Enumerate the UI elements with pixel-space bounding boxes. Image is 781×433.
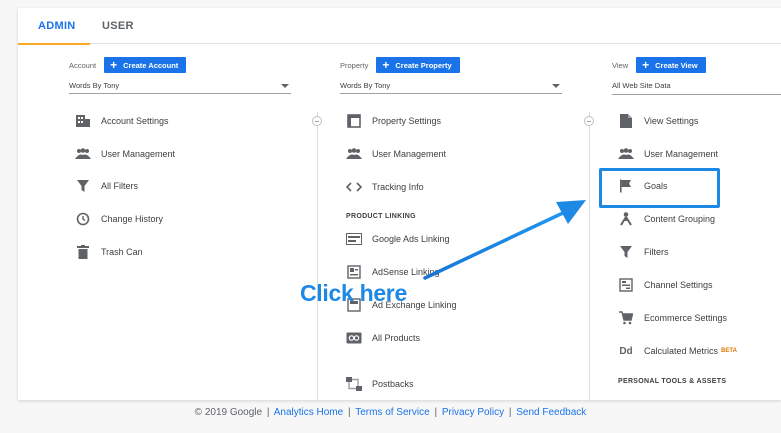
content-grouping-item[interactable]: Content Grouping — [618, 209, 715, 229]
item-label: User Management — [372, 149, 447, 159]
account-all-filters-item[interactable]: All Filters — [75, 176, 138, 196]
adsense-icon — [346, 264, 362, 280]
account-trash-can-item[interactable]: Trash Can — [75, 242, 143, 262]
item-label: Postbacks — [372, 379, 414, 389]
caret-down-icon — [281, 84, 289, 88]
account-settings-item[interactable]: Account Settings — [75, 111, 169, 131]
account-user-management-item[interactable]: User Management — [75, 144, 175, 164]
postback-icon — [346, 376, 362, 392]
ecommerce-settings-item[interactable]: Ecommerce Settings — [618, 308, 727, 328]
dd-icon: Dd — [619, 345, 633, 357]
item-label: Property Settings — [372, 116, 442, 126]
google-ads-linking-item[interactable]: Google Ads Linking — [346, 229, 450, 249]
item-label: View Settings — [644, 116, 699, 126]
property-user-management-item[interactable]: User Management — [346, 144, 446, 164]
item-label: All Products — [372, 333, 421, 343]
divider — [317, 112, 318, 400]
goals-highlight — [599, 168, 720, 208]
item-label: Content Grouping — [644, 214, 716, 224]
link-icon — [346, 330, 362, 346]
item-label: Filters — [644, 247, 669, 257]
send-feedback-link[interactable]: Send Feedback — [516, 407, 586, 418]
account-selected: Words By Tony — [69, 81, 120, 90]
property-tracking-info-item[interactable]: Tracking Info — [346, 177, 424, 197]
create-property-button[interactable]: + Create Property — [376, 57, 460, 73]
property-label: Property — [340, 60, 369, 70]
filter-icon — [618, 244, 634, 260]
item-label: Channel Settings — [644, 280, 713, 290]
users-icon — [618, 146, 634, 162]
account-label: Account — [69, 60, 97, 70]
history-icon — [75, 211, 91, 227]
beta-badge: BETA — [721, 348, 737, 354]
code-icon — [346, 179, 362, 195]
click-here-annotation: Click here — [300, 280, 407, 306]
calculated-metrics-item[interactable]: Dd Calculated Metrics BETA — [618, 341, 737, 361]
channel-settings-item[interactable]: Channel Settings — [618, 275, 713, 295]
view-selected: All Web Site Data — [612, 81, 671, 90]
analytics-home-link[interactable]: Analytics Home — [274, 407, 343, 418]
view-label: View — [612, 60, 629, 70]
view-user-management-item[interactable]: User Management — [618, 144, 718, 164]
view-header: View + Create View — [612, 57, 706, 73]
window-icon — [346, 113, 362, 129]
item-label: Ecommerce Settings — [644, 313, 728, 323]
copyright: © 2019 Google — [194, 407, 263, 418]
product-linking-heading: PRODUCT LINKING — [346, 213, 416, 220]
filter-icon — [75, 178, 91, 194]
view-selector-underline — [612, 94, 781, 95]
item-label: User Management — [644, 149, 719, 159]
property-selected: Words By Tony — [340, 81, 391, 90]
trash-icon — [75, 244, 91, 260]
create-view-label: Create View — [655, 60, 698, 70]
create-property-label: Create Property — [395, 60, 452, 70]
ads-icon — [346, 231, 362, 247]
person-icon — [618, 211, 634, 227]
channel-icon — [618, 277, 634, 293]
cart-icon — [618, 310, 634, 326]
tab-admin[interactable]: ADMIN — [18, 8, 90, 45]
collapse-toggle[interactable] — [312, 116, 322, 126]
create-view-button[interactable]: + Create View — [636, 57, 706, 73]
item-label: Google Ads Linking — [372, 234, 450, 244]
property-selector[interactable]: Words By Tony — [340, 80, 562, 94]
view-filters-item[interactable]: Filters — [618, 242, 669, 262]
tab-bar: ADMIN USER — [18, 8, 781, 45]
caret-down-icon — [552, 84, 560, 88]
create-account-label: Create Account — [123, 60, 179, 70]
plus-icon: + — [382, 58, 390, 72]
item-label: Tracking Info — [372, 182, 424, 192]
divider — [589, 112, 590, 400]
building-icon — [75, 113, 91, 129]
item-label: Change History — [101, 214, 164, 224]
users-icon — [346, 146, 362, 162]
adsense-linking-item[interactable]: AdSense Linking — [346, 262, 440, 282]
all-products-item[interactable]: All Products — [346, 328, 420, 348]
personal-tools-heading: PERSONAL TOOLS & ASSETS — [618, 378, 727, 385]
plus-icon: + — [110, 58, 118, 72]
item-label: All Filters — [101, 181, 139, 191]
privacy-policy-link[interactable]: Privacy Policy — [442, 407, 504, 418]
property-header: Property + Create Property — [340, 57, 460, 73]
view-settings-item[interactable]: View Settings — [618, 111, 698, 131]
view-selector[interactable]: All Web Site Data — [612, 80, 781, 94]
tab-user[interactable]: USER — [102, 8, 134, 44]
account-selector[interactable]: Words By Tony — [69, 80, 291, 94]
collapse-toggle[interactable] — [584, 116, 594, 126]
property-settings-item[interactable]: Property Settings — [346, 111, 441, 131]
users-icon — [75, 146, 91, 162]
footer: © 2019 Google | Analytics Home | Terms o… — [194, 407, 587, 418]
postbacks-item[interactable]: Postbacks — [346, 374, 414, 394]
plus-icon: + — [642, 58, 650, 72]
account-header: Account + Create Account — [69, 57, 187, 73]
item-label: User Management — [101, 149, 176, 159]
account-change-history-item[interactable]: Change History — [75, 209, 163, 229]
document-icon — [618, 113, 634, 129]
create-account-button[interactable]: + Create Account — [104, 57, 187, 73]
item-label: Trash Can — [101, 247, 143, 257]
item-label: AdSense Linking — [372, 267, 440, 277]
terms-of-service-link[interactable]: Terms of Service — [355, 407, 429, 418]
item-label: Account Settings — [101, 116, 169, 126]
item-label: Calculated Metrics — [644, 346, 719, 356]
